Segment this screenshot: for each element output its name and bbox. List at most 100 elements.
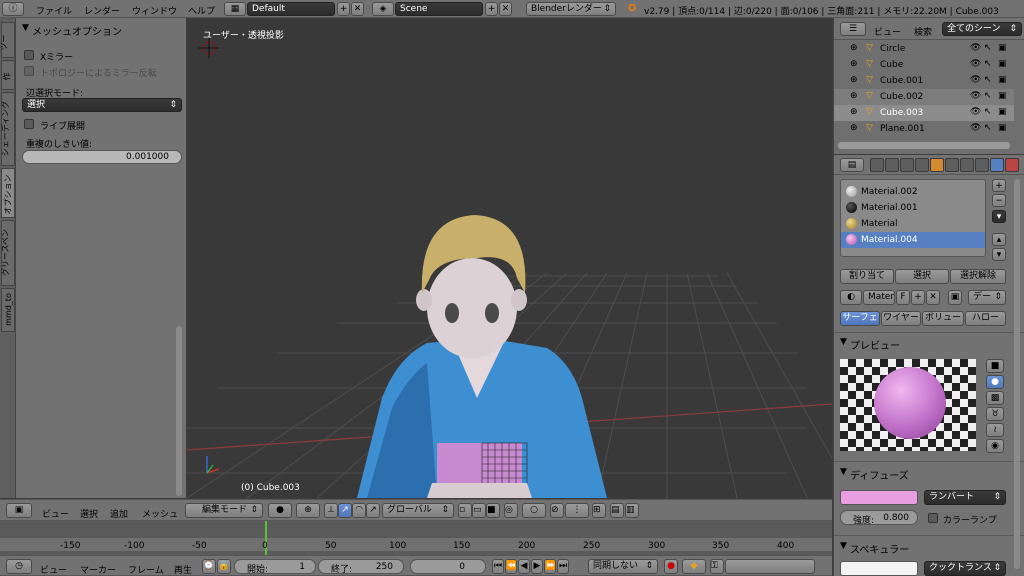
expand-icon[interactable]: ⊕ <box>850 43 858 53</box>
menu-render[interactable]: レンダー <box>84 4 120 17</box>
render-layer-tab-icon[interactable] <box>885 158 899 172</box>
opengl-anim-icon[interactable]: ▥ <box>625 503 639 518</box>
camera-icon[interactable]: ▣ <box>998 59 1007 69</box>
vertex-select-icon[interactable]: ▫ <box>458 503 472 518</box>
snap-element-select[interactable]: ⋮ <box>565 503 589 518</box>
cursor-icon[interactable]: ↖ <box>984 75 992 85</box>
collapse-arrow-icon[interactable]: ▼ <box>22 23 29 33</box>
camera-icon[interactable]: ▣ <box>998 75 1007 85</box>
camera-icon[interactable]: ▣ <box>998 43 1007 53</box>
outliner-row[interactable]: ⊕ ▽ Cube 👁 ↖ ▣ <box>834 57 1014 73</box>
outliner-row-active[interactable]: ⊕ ▽ Cube.003 👁 ↖ ▣ <box>834 105 1014 121</box>
diffuse-color-swatch[interactable] <box>840 490 918 505</box>
mesh-options-header[interactable]: メッシュオプション <box>32 23 122 38</box>
eye-icon[interactable]: 👁 <box>970 75 981 85</box>
tab-wire[interactable]: ワイヤー <box>881 311 921 326</box>
preview-header[interactable]: プレビュー <box>850 337 900 352</box>
timeline-editor-icon[interactable]: ◷ <box>6 559 32 574</box>
render-tab-icon[interactable] <box>870 158 884 172</box>
auto-keying-record-icon[interactable]: ● <box>664 559 678 574</box>
edge-select-dropdown[interactable]: 選択 ⇕ <box>22 98 182 112</box>
double-threshold-field[interactable]: 0.001000 <box>22 150 182 164</box>
diffuse-collapse-icon[interactable]: ▼ <box>840 467 847 477</box>
modifiers-tab-icon[interactable] <box>960 158 974 172</box>
specular-header[interactable]: スペキュラー <box>850 541 909 556</box>
preview-flat-icon[interactable]: ■ <box>986 359 1004 373</box>
keying-set-select[interactable]: ◆ <box>682 559 706 574</box>
proportional-edit-icon[interactable]: ○ <box>522 503 546 518</box>
cursor-icon[interactable]: ↖ <box>984 107 992 117</box>
texture-tab-icon[interactable] <box>1005 158 1019 172</box>
menu-window[interactable]: ウィンドウ <box>132 4 177 17</box>
tab-halo[interactable]: ハロー <box>965 311 1006 326</box>
scale-manipulator-icon[interactable]: ↗ <box>366 503 380 518</box>
tab-create[interactable]: 作 <box>1 60 15 90</box>
scene-icon[interactable]: ◈ <box>372 2 394 16</box>
live-unwrap-checkbox[interactable] <box>24 119 34 129</box>
camera-icon[interactable]: ▣ <box>998 107 1007 117</box>
jump-keyframe-forward-button[interactable]: ⏩ <box>544 559 556 574</box>
manipulator-toggle-icon[interactable]: ⟂ <box>324 503 338 518</box>
eye-icon[interactable]: 👁 <box>970 107 981 117</box>
timeline-area[interactable]: -150 -100 -50 0 50 100 150 200 250 300 3… <box>0 521 832 555</box>
play-button[interactable]: ▶ <box>531 559 543 574</box>
expand-icon[interactable]: ⊕ <box>850 59 858 69</box>
menu-file[interactable]: ファイル <box>36 4 72 17</box>
snap-target-icon[interactable]: ⊞ <box>592 503 606 518</box>
tab-volume[interactable]: ボリュー <box>922 311 964 326</box>
pivot-select[interactable]: ⊕ <box>296 503 320 518</box>
camera-icon[interactable]: ▣ <box>998 91 1007 101</box>
specular-collapse-icon[interactable]: ▼ <box>840 541 847 551</box>
layout-icon[interactable]: ▦ <box>224 2 246 16</box>
menu-add[interactable]: 追加 <box>110 507 128 520</box>
tab-surface[interactable]: サーフェ <box>840 311 880 326</box>
outliner-row[interactable]: ⊕ ▽ Circle 👁 ↖ ▣ <box>834 41 1014 57</box>
limit-selection-icon[interactable]: ◎ <box>504 503 518 518</box>
translate-manipulator-icon[interactable]: ↗ <box>338 503 352 518</box>
sync-mode-select[interactable]: 同期しない ⇕ <box>588 559 658 574</box>
link-data-select[interactable]: デー ⇕ <box>968 290 1006 305</box>
scene-add-button[interactable]: + <box>485 2 498 16</box>
select-button[interactable]: 選択 <box>895 269 949 284</box>
rotate-manipulator-icon[interactable]: ◠ <box>352 503 366 518</box>
slot-specials-button[interactable]: ▾ <box>992 210 1006 223</box>
menu-mesh[interactable]: メッシュ <box>142 507 178 520</box>
deselect-button[interactable]: 選択解除 <box>950 269 1006 284</box>
preview-sky-icon[interactable]: ◉ <box>986 439 1004 453</box>
jump-end-button[interactable]: ⏭ <box>557 559 569 574</box>
tab-tools[interactable]: ツー <box>0 22 15 58</box>
specular-shader-select[interactable]: クックトランス ⇕ <box>924 561 1006 576</box>
preview-sphere-icon[interactable]: ● <box>986 375 1004 389</box>
preview-collapse-icon[interactable]: ▼ <box>840 337 847 347</box>
cursor-icon[interactable]: ↖ <box>984 43 992 53</box>
scene-tab-icon[interactable] <box>900 158 914 172</box>
expand-icon[interactable]: ⊕ <box>850 107 858 117</box>
jump-start-button[interactable]: ⏮ <box>492 559 504 574</box>
layout-add-button[interactable]: + <box>337 2 350 16</box>
outliner-scrollbar[interactable] <box>838 142 1010 149</box>
specular-color-swatch[interactable] <box>840 561 918 576</box>
opengl-render-icon[interactable]: ▤ <box>610 503 624 518</box>
insert-keyframe-icon[interactable]: ⚿ <box>710 559 724 574</box>
face-select-icon[interactable]: ■ <box>486 503 500 518</box>
preview-monkey-icon[interactable]: ♉ <box>986 407 1004 421</box>
timeline-menu-view[interactable]: ビュー <box>40 563 67 576</box>
cursor-icon[interactable]: ↖ <box>984 123 992 133</box>
expand-icon[interactable]: ⊕ <box>850 75 858 85</box>
menu-view[interactable]: ビュー <box>42 507 69 520</box>
unlink-material-button[interactable]: ✕ <box>926 290 940 305</box>
remove-slot-button[interactable]: − <box>992 194 1006 207</box>
material-slot-active[interactable]: Material.004 <box>841 232 985 248</box>
properties-scrollbar[interactable] <box>1014 179 1020 569</box>
tab-mmd-tools[interactable]: mmd_to <box>1 288 15 332</box>
camera-icon[interactable]: ▣ <box>998 123 1007 133</box>
object-tab-icon[interactable] <box>930 158 944 172</box>
outliner-row[interactable]: ⊕ ▽ Plane.001 👁 ↖ ▣ <box>834 121 1014 137</box>
constraints-tab-icon[interactable] <box>945 158 959 172</box>
info-editor-icon[interactable]: ⓘ <box>2 2 24 16</box>
material-slot[interactable]: Material.002 <box>841 184 985 200</box>
3d-viewport[interactable]: ユーザー・透視投影 (0) Cube.003 <box>187 18 832 498</box>
eye-icon[interactable]: 👁 <box>970 59 981 69</box>
ramp-checkbox[interactable] <box>928 513 938 523</box>
3d-cursor-icon[interactable] <box>199 38 219 58</box>
